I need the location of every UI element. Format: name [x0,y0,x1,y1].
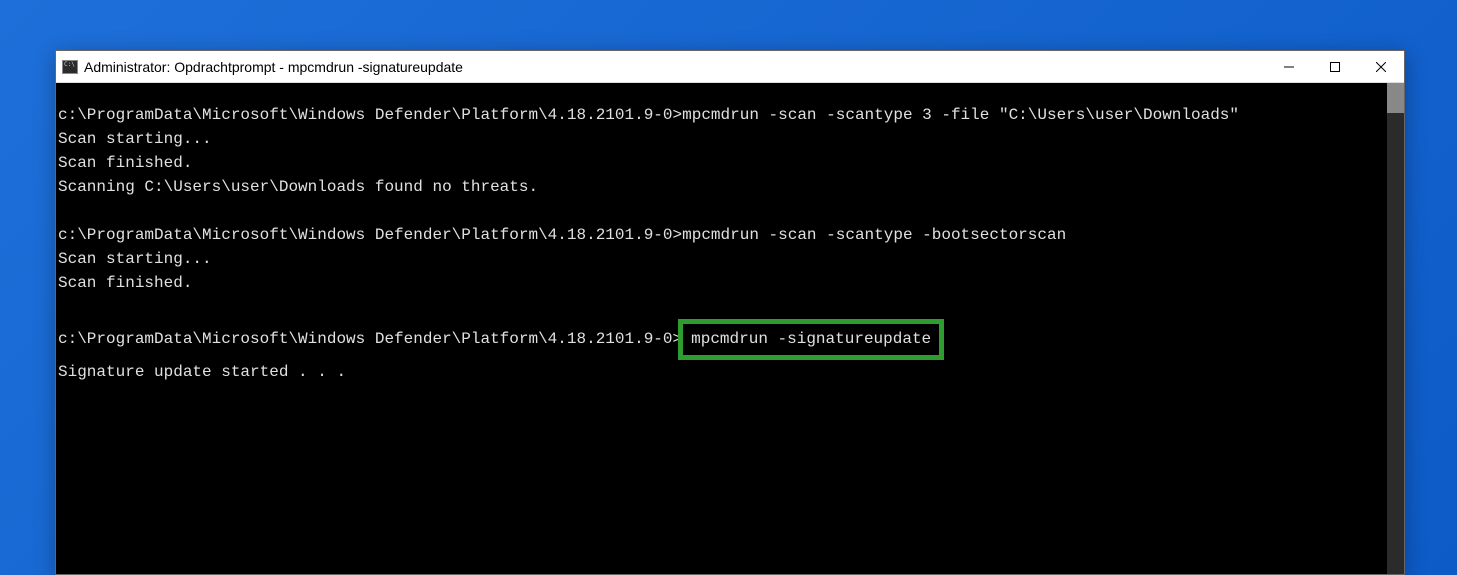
command-text: mpcmdrun -scan -scantype -bootsectorscan [682,226,1066,244]
output-line: Scan finished. [58,151,1385,175]
output-line: Scan finished. [58,271,1385,295]
close-button[interactable] [1358,51,1404,82]
maximize-icon [1330,62,1340,72]
highlighted-command: mpcmdrun -signatureupdate [678,319,944,360]
close-icon [1376,62,1386,72]
command-text: mpcmdrun -scan -scantype 3 -file "C:\Use… [682,106,1239,124]
prompt-text: c:\ProgramData\Microsoft\Windows Defende… [58,330,682,348]
window-title: Administrator: Opdrachtprompt - mpcmdrun… [84,59,1266,75]
console-wrap: c:\ProgramData\Microsoft\Windows Defende… [56,83,1404,574]
prompt-text: c:\ProgramData\Microsoft\Windows Defende… [58,226,682,244]
console-output[interactable]: c:\ProgramData\Microsoft\Windows Defende… [56,83,1387,574]
window-controls [1266,51,1404,82]
output-line: Scan starting... [58,127,1385,151]
cmd-icon [62,60,78,74]
command-text: mpcmdrun -signatureupdate [691,330,931,348]
title-bar[interactable]: Administrator: Opdrachtprompt - mpcmdrun… [56,51,1404,83]
scroll-thumb[interactable] [1387,83,1404,113]
output-line: Signature update started . . . [58,360,1385,384]
output-line: Scan starting... [58,247,1385,271]
output-line: Scanning C:\Users\user\Downloads found n… [58,175,1385,199]
minimize-icon [1284,62,1294,72]
minimize-button[interactable] [1266,51,1312,82]
scrollbar[interactable] [1387,83,1404,574]
command-prompt-window: Administrator: Opdrachtprompt - mpcmdrun… [55,50,1405,575]
maximize-button[interactable] [1312,51,1358,82]
prompt-text: c:\ProgramData\Microsoft\Windows Defende… [58,106,682,124]
